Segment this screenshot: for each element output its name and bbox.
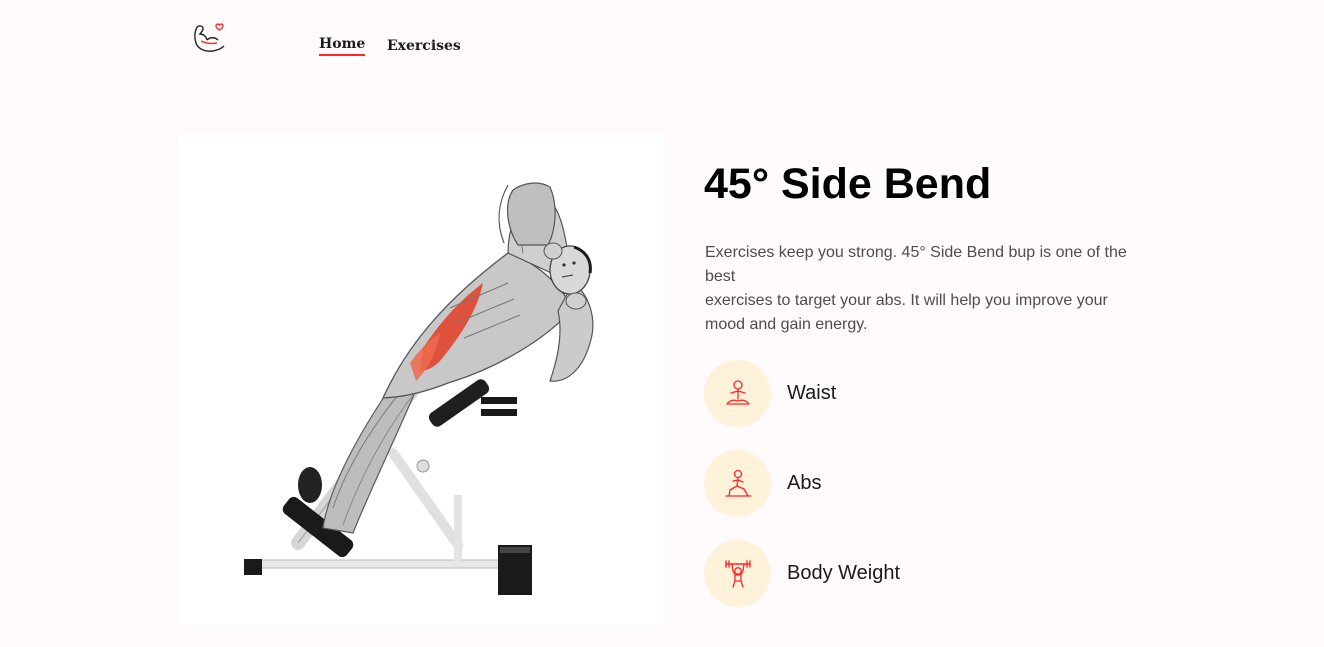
description-line: Exercises keep you strong. 45° Side Bend… <box>705 244 1127 285</box>
exercise-image <box>178 133 664 626</box>
exercise-description: Exercises keep you strong. 45° Side Bend… <box>705 241 1145 337</box>
navbar: Home Exercises <box>0 0 1324 90</box>
weightlifter-figure-icon <box>704 540 771 607</box>
detail-equipment: Body Weight <box>704 540 900 607</box>
detail-label: Waist <box>787 382 837 404</box>
nav-exercises-link[interactable]: Exercises <box>387 38 461 54</box>
lunge-figure-icon <box>704 450 771 517</box>
description-line: exercises to target your abs. It will he… <box>705 292 1108 333</box>
exercise-title: 45° Side Bend <box>704 160 992 208</box>
detail-target: Abs <box>704 450 821 517</box>
muscle-figure-illustration <box>244 182 594 595</box>
nav-home-link[interactable]: Home <box>319 36 366 56</box>
meditation-figure-icon <box>704 360 771 427</box>
flexed-arm-heart-icon[interactable] <box>191 19 227 55</box>
detail-body-part: Waist <box>704 360 836 427</box>
detail-label: Body Weight <box>787 562 901 584</box>
detail-label: Abs <box>787 472 822 494</box>
